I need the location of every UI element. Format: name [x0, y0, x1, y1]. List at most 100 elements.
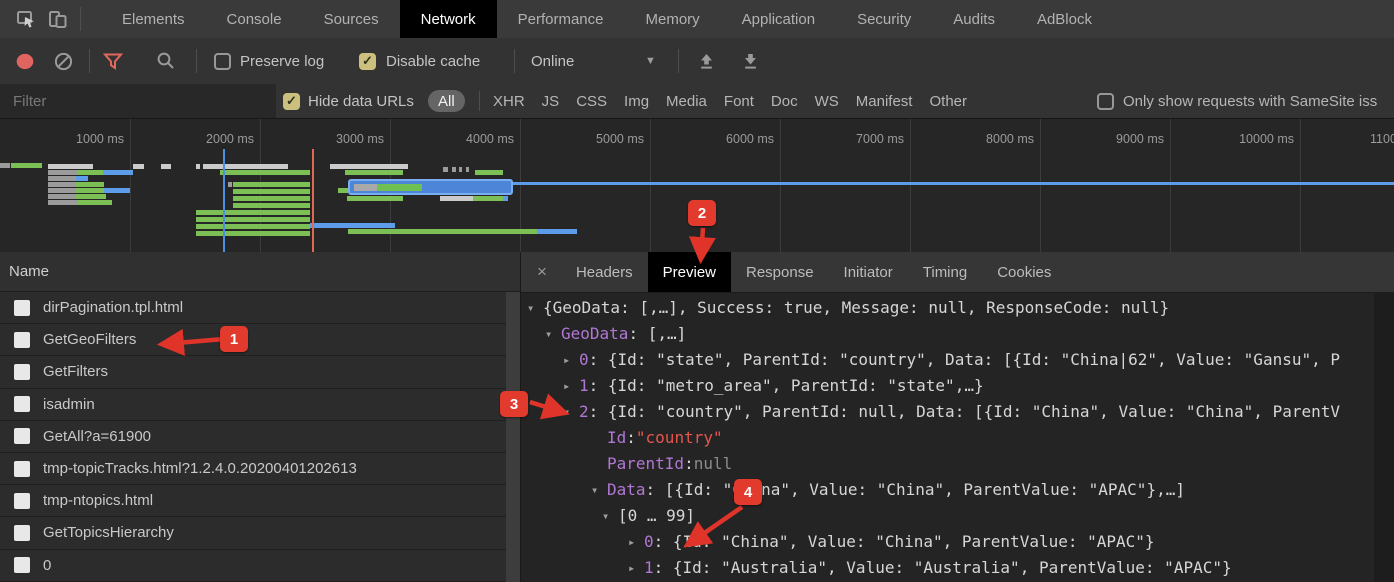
tab-performance[interactable]: Performance	[497, 0, 625, 38]
json-tree-line: ▾GeoData: [,…]	[521, 321, 1394, 347]
json-segment: : {Id: "China", Value: "China", ParentVa…	[654, 529, 1155, 555]
filter-type-media[interactable]: Media	[666, 93, 707, 110]
file-icon	[14, 332, 30, 348]
indent-spacer	[521, 347, 563, 373]
timeline-tick-label: 2000 ms	[206, 132, 254, 146]
tab-adblock[interactable]: AdBlock	[1016, 0, 1113, 38]
filter-type-xhr[interactable]: XHR	[493, 93, 525, 110]
disable-cache-checkbox[interactable]: ✓	[359, 38, 376, 84]
request-row[interactable]: isadmin	[0, 389, 506, 421]
request-row[interactable]: GetTopicsHierarchy	[0, 517, 506, 549]
search-icon[interactable]	[156, 38, 176, 84]
detail-tab-timing[interactable]: Timing	[908, 252, 982, 292]
filter-placeholder: Filter	[13, 93, 46, 110]
request-list-scrollbar[interactable]	[506, 292, 520, 582]
tree-expander-icon[interactable]: ▾	[563, 399, 579, 425]
timeline-gridline	[650, 119, 651, 253]
tab-security[interactable]: Security	[836, 0, 932, 38]
request-name: isadmin	[43, 396, 95, 413]
upload-throttle-icon[interactable]	[698, 38, 715, 84]
request-row[interactable]: GetAll?a=61900	[0, 421, 506, 453]
tree-expander-icon[interactable]: ▾	[545, 321, 561, 347]
request-row[interactable]: tmp-topicTracks.html?1.2.4.0.20200401202…	[0, 453, 506, 485]
detail-tab-initiator[interactable]: Initiator	[829, 252, 908, 292]
divider	[514, 49, 515, 73]
request-row[interactable]: dirPagination.tpl.html	[0, 292, 506, 324]
waterfall-bar	[537, 229, 577, 234]
timeline-gridline	[1040, 119, 1041, 253]
samesite-checkbox[interactable]	[1097, 84, 1114, 118]
waterfall-bar	[220, 170, 310, 175]
detail-tab-headers[interactable]: Headers	[561, 252, 648, 292]
clear-icon[interactable]	[54, 38, 73, 84]
preserve-log-checkbox[interactable]	[214, 38, 231, 84]
filter-type-other[interactable]: Other	[929, 93, 967, 110]
throttling-caret-icon[interactable]: ▼	[645, 38, 656, 84]
waterfall-bar	[77, 170, 103, 175]
json-preview-tree: ▾{GeoData: [,…], Success: true, Message:…	[521, 292, 1394, 582]
tree-expander-icon[interactable]: ▸	[628, 529, 644, 555]
inspect-element-icon[interactable]	[10, 8, 42, 30]
waterfall-bar	[196, 217, 310, 222]
download-throttle-icon[interactable]	[742, 38, 759, 84]
request-list-panel: Name dirPagination.tpl.html GetGeoFilters…	[0, 252, 520, 582]
tab-elements[interactable]: Elements	[101, 0, 206, 38]
filter-bar: Filter ✓ Hide data URLs All XHRJSCSSImgM…	[0, 84, 1394, 119]
tab-application[interactable]: Application	[721, 0, 836, 38]
filter-funnel-icon[interactable]	[103, 38, 123, 84]
timeline-tick-label: 6000 ms	[726, 132, 774, 146]
request-row[interactable]: GetFilters	[0, 356, 506, 388]
filter-input[interactable]: Filter	[0, 84, 276, 118]
filter-type-all[interactable]: All	[428, 84, 465, 118]
request-row[interactable]: 0	[0, 550, 506, 582]
waterfall-bar	[330, 164, 408, 169]
filter-type-js[interactable]: JS	[542, 93, 560, 110]
close-icon[interactable]: ×	[537, 262, 547, 282]
annotation-badge-3: 3	[500, 391, 528, 417]
tree-expander-icon[interactable]: ▸	[628, 555, 644, 581]
json-segment: : [{Id: "China", Value: "China", ParentV…	[646, 477, 1185, 503]
record-button[interactable]	[16, 38, 34, 84]
detail-tab-preview[interactable]: Preview	[648, 252, 731, 292]
filter-type-font[interactable]: Font	[724, 93, 754, 110]
tab-network[interactable]: Network	[400, 0, 497, 38]
load-event-marker	[312, 149, 314, 253]
waterfall-bar	[233, 196, 310, 201]
timeline-tick-label: 10000 ms	[1239, 132, 1294, 146]
filter-type-manifest[interactable]: Manifest	[856, 93, 913, 110]
json-segment: 1	[644, 555, 654, 581]
timeline-overview[interactable]: 1000 ms2000 ms3000 ms4000 ms5000 ms6000 …	[0, 118, 1394, 253]
request-name: dirPagination.tpl.html	[43, 299, 183, 316]
throttling-select[interactable]: Online	[531, 38, 574, 84]
waterfall-bar	[48, 200, 78, 205]
selected-request-highlight-bar	[348, 179, 513, 195]
detail-tab-response[interactable]: Response	[731, 252, 829, 292]
device-toolbar-icon[interactable]	[42, 8, 74, 30]
filter-type-doc[interactable]: Doc	[771, 93, 798, 110]
name-column-header[interactable]: Name	[0, 252, 520, 292]
annotation-badge-1: 1	[220, 326, 248, 352]
filter-type-ws[interactable]: WS	[815, 93, 839, 110]
tree-expander-icon[interactable]: ▸	[563, 347, 579, 373]
hide-data-urls-checkbox[interactable]: ✓	[283, 84, 300, 118]
request-name: 0	[43, 557, 51, 574]
request-name: GetAll?a=61900	[43, 428, 151, 445]
request-row[interactable]: GetGeoFilters	[0, 324, 506, 356]
request-row[interactable]: tmp-ntopics.html	[0, 485, 506, 517]
tree-expander-icon[interactable]: ▾	[527, 295, 543, 321]
filter-type-list: XHR JS CSS Img Media Font Doc WS Manifest Other	[493, 93, 967, 110]
waterfall-bar	[347, 196, 403, 201]
filter-type-css[interactable]: CSS	[576, 93, 607, 110]
tab-audits[interactable]: Audits	[932, 0, 1016, 38]
tab-memory[interactable]: Memory	[625, 0, 721, 38]
filter-type-img[interactable]: Img	[624, 93, 649, 110]
json-segment: : {Id: "Australia", Value: "Australia", …	[654, 555, 1232, 581]
tree-expander-icon[interactable]: ▾	[602, 503, 618, 529]
preserve-log-label: Preserve log	[240, 38, 324, 84]
tree-expander-icon[interactable]: ▸	[563, 373, 579, 399]
detail-tab-cookies[interactable]: Cookies	[982, 252, 1066, 292]
tab-sources[interactable]: Sources	[303, 0, 400, 38]
preview-scrollbar[interactable]	[1374, 292, 1394, 582]
tree-expander-icon[interactable]: ▾	[591, 477, 607, 503]
tab-console[interactable]: Console	[206, 0, 303, 38]
